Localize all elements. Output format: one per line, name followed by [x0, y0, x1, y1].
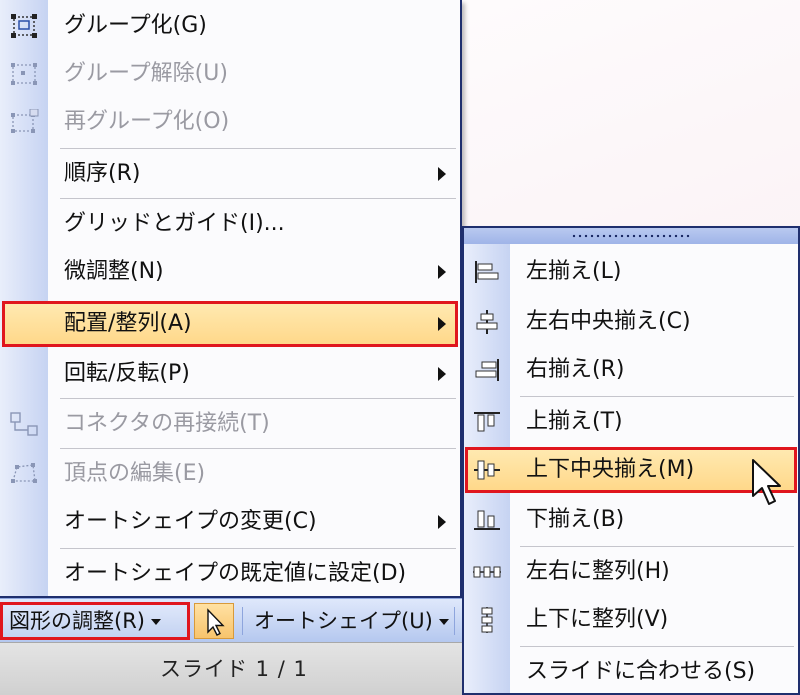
submenu-item-label: 上下中央揃え(M) — [526, 457, 695, 482]
menu-item-grid-guides[interactable]: グリッドとガイド(I)... — [0, 200, 460, 248]
dropdown-caret-icon — [438, 619, 449, 625]
regroup-icon — [8, 108, 40, 136]
menu-item-label: 配置/整列(A) — [64, 311, 192, 336]
select-objects-button[interactable] — [194, 603, 234, 639]
menu-item-label: オートシェイプの既定値に設定(D) — [64, 561, 407, 586]
submenu-arrow-icon — [438, 317, 446, 331]
menu-separator — [60, 448, 456, 449]
submenu-item-align-middle[interactable]: 上下中央揃え(M) — [464, 446, 798, 494]
submenu-drag-handle[interactable] — [464, 228, 798, 244]
menu-separator — [60, 548, 456, 549]
submenu-item-label: 左右中央揃え(C) — [526, 309, 691, 334]
submenu-item-align-bottom[interactable]: 下揃え(B) — [464, 496, 798, 544]
autoshapes-button[interactable]: オートシェイプ(U) — [248, 602, 455, 640]
submenu-item-label: 左揃え(L) — [526, 259, 622, 284]
menu-item-label: 再グループ化(O) — [64, 109, 230, 134]
align-left-icon — [470, 258, 504, 286]
menu-item-rotate-flip[interactable]: 回転/反転(P) — [0, 350, 460, 398]
menu-item-label: グリッドとガイド(I)... — [64, 211, 285, 236]
mouse-cursor-icon — [752, 459, 781, 505]
submenu-arrow-icon — [438, 515, 446, 529]
menu-item-change-autoshape[interactable]: オートシェイプの変更(C) — [0, 498, 460, 546]
toolbar-separator — [454, 607, 455, 635]
menu-item-nudge[interactable]: 微調整(N) — [0, 248, 460, 296]
distribute-horizontal-icon — [470, 558, 504, 586]
submenu-item-relative-to-slide[interactable]: スライドに合わせる(S) — [464, 648, 798, 695]
menu-item-order[interactable]: 順序(R) — [0, 150, 460, 198]
align-bottom-icon — [470, 506, 504, 534]
menu-item-label: オートシェイプの変更(C) — [64, 509, 317, 534]
menu-item-ungroup[interactable]: グループ解除(U) — [0, 50, 460, 98]
submenu-arrow-icon — [438, 167, 446, 181]
menu-separator — [60, 148, 456, 149]
submenu-item-distribute-vertical[interactable]: 上下に整列(V) — [464, 596, 798, 644]
align-right-icon — [470, 356, 504, 384]
submenu-item-align-left[interactable]: 左揃え(L) — [464, 248, 798, 296]
submenu-separator — [520, 646, 794, 647]
distribute-vertical-icon — [470, 606, 504, 634]
menu-separator — [60, 398, 456, 399]
group-icon — [8, 12, 40, 40]
submenu-item-label: 上下に整列(V) — [526, 607, 669, 632]
align-center-icon — [470, 308, 504, 336]
dropdown-caret-icon — [150, 619, 161, 625]
menu-item-align-distribute[interactable]: 配置/整列(A) — [0, 300, 460, 348]
submenu-item-distribute-horizontal[interactable]: 左右に整列(H) — [464, 548, 798, 596]
submenu-item-label: スライドに合わせる(S) — [526, 659, 756, 684]
menu-separator — [60, 198, 456, 199]
draw-menu-button[interactable]: 図形の調整(R) — [0, 602, 190, 640]
submenu-separator — [520, 396, 794, 397]
submenu-arrow-icon — [438, 265, 446, 279]
pointer-arrow-icon — [207, 608, 225, 636]
menu-item-label: コネクタの再接続(T) — [64, 411, 270, 436]
menu-item-label: 順序(R) — [64, 161, 141, 186]
submenu-item-align-center[interactable]: 左右中央揃え(C) — [464, 298, 798, 346]
submenu-item-align-right[interactable]: 右揃え(R) — [464, 346, 798, 394]
autoshapes-label: オートシェイプ(U) — [254, 609, 433, 633]
draw-menu-label: 図形の調整(R) — [9, 609, 145, 633]
toolbar-separator — [242, 607, 243, 635]
align-middle-icon — [470, 456, 504, 484]
ungroup-icon — [8, 60, 40, 88]
menu-item-label: グループ化(G) — [64, 13, 207, 38]
submenu-item-label: 下揃え(B) — [526, 507, 625, 532]
slide-indicator: スライド 1 / 1 — [160, 657, 308, 681]
menu-item-group[interactable]: グループ化(G) — [0, 2, 460, 50]
grip-dots-icon — [571, 234, 691, 238]
edit-points-icon — [8, 460, 40, 488]
status-bar: スライド 1 / 1 — [0, 642, 462, 695]
submenu-item-align-top[interactable]: 上揃え(T) — [464, 398, 798, 446]
align-top-icon — [470, 408, 504, 436]
menu-item-regroup[interactable]: 再グループ化(O) — [0, 98, 460, 146]
submenu-separator — [520, 546, 794, 547]
submenu-item-label: 左右に整列(H) — [526, 559, 670, 584]
menu-item-set-autoshape-defaults[interactable]: オートシェイプの既定値に設定(D) — [0, 550, 460, 598]
submenu-arrow-icon — [438, 367, 446, 381]
menu-item-label: 回転/反転(P) — [64, 361, 190, 386]
menu-item-reroute-connectors[interactable]: コネクタの再接続(T) — [0, 400, 460, 448]
reroute-connector-icon — [8, 410, 40, 438]
drawing-toolbar: 図形の調整(R) オートシェイプ(U) — [0, 598, 462, 642]
draw-context-menu: グループ化(G) グループ解除(U) 再グループ化(O) 順序(R) グリッドと… — [0, 0, 462, 598]
submenu-item-label: 上揃え(T) — [526, 409, 623, 434]
menu-item-label: 微調整(N) — [64, 259, 164, 284]
menu-item-label: 頂点の編集(E) — [64, 461, 206, 486]
submenu-item-label: 右揃え(R) — [526, 357, 625, 382]
menu-item-edit-points[interactable]: 頂点の編集(E) — [0, 450, 460, 498]
menu-item-label: グループ解除(U) — [64, 61, 228, 86]
